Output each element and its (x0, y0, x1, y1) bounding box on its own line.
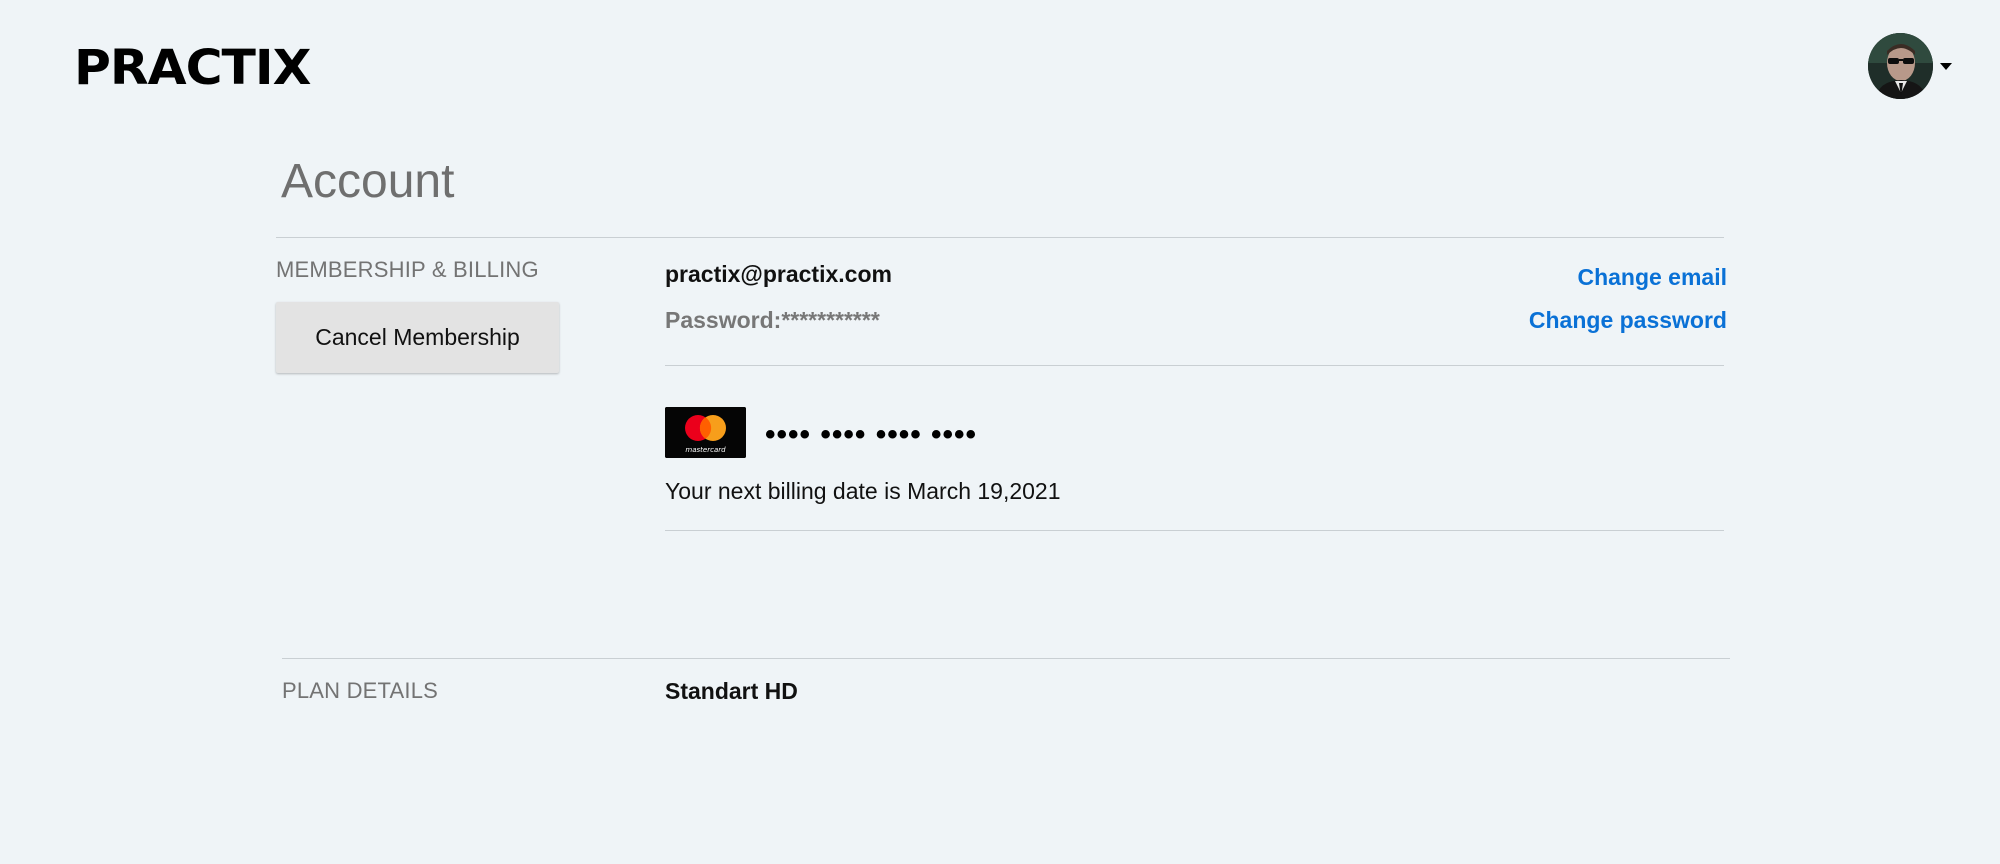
plan-details-label: PLAN DETAILS (282, 678, 439, 703)
page-title: Account (281, 155, 455, 208)
change-password-link[interactable]: Change password (1529, 306, 1727, 334)
plan-name: Standart HD (665, 678, 798, 704)
divider (282, 658, 1730, 659)
divider (276, 237, 1724, 238)
divider (665, 365, 1724, 366)
mastercard-icon: mastercard (665, 407, 746, 458)
chevron-down-icon[interactable] (1940, 62, 1952, 70)
cancel-membership-button[interactable]: Cancel Membership (276, 302, 559, 373)
practix-logo[interactable]: PRACTIX (74, 42, 311, 94)
profile-menu[interactable] (1868, 33, 1952, 99)
next-billing-date: Your next billing date is March 19,2021 (665, 478, 1061, 504)
change-email-link[interactable]: Change email (1577, 263, 1727, 291)
svg-text:mastercard: mastercard (685, 446, 726, 454)
account-password: Password:*********** (665, 307, 880, 333)
card-number: •••• •••• •••• •••• (765, 418, 978, 451)
avatar[interactable] (1868, 33, 1933, 99)
account-page: PRACTIX Account MEMBERSHIP & BILLING Can… (0, 0, 2000, 864)
membership-billing-label: MEMBERSHIP & BILLING (276, 257, 539, 282)
divider (665, 530, 1724, 531)
account-email: practix@practix.com (665, 261, 892, 287)
